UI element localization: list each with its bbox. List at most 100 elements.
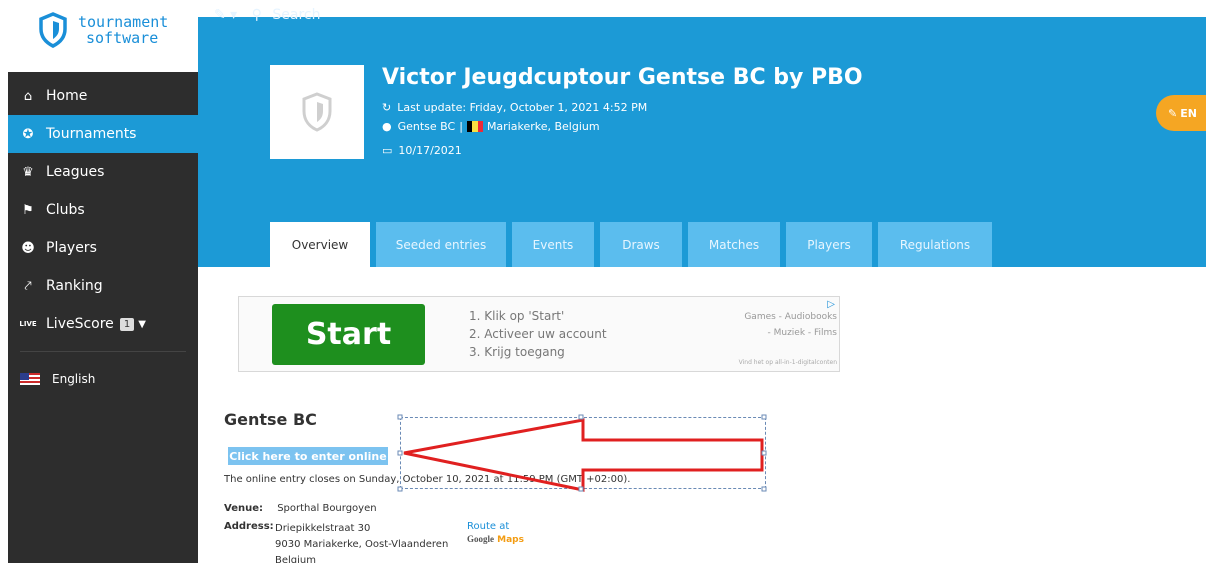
handle	[761, 450, 767, 456]
handle	[397, 486, 403, 492]
last-update: ↻ Last update: Friday, October 1, 2021 4…	[382, 101, 647, 114]
ad-step: 3. Krijg toegang	[469, 345, 565, 359]
sidebar-nav: ⌂ Home ✪ Tournaments ♛ Leagues ⚑ Clubs ☻…	[8, 77, 198, 398]
venue-row: Venue: Sporthal Bourgoyen	[224, 503, 377, 514]
sidebar-item-label: Clubs	[46, 202, 85, 218]
belgium-flag-icon	[466, 121, 483, 132]
divider	[20, 351, 186, 352]
ad-right-line: - Muziek - Films	[767, 328, 838, 338]
ad-banner[interactable]: Start 1. Klik op 'Start' 2. Activeer uw …	[238, 296, 840, 372]
home-icon: ⌂	[23, 88, 33, 104]
sidebar-item-label: Players	[46, 240, 97, 256]
location: ● Gentse BC | Mariakerke, Belgium	[382, 120, 600, 133]
sidebar-item-label: Leagues	[46, 164, 105, 180]
enter-button-label: EN	[1180, 106, 1197, 120]
logo-text: tournament software	[78, 14, 168, 46]
sidebar-item-livescore[interactable]: LIVE LiveScore 1 ▼	[8, 305, 198, 343]
tab-players[interactable]: Players	[786, 222, 872, 267]
club-name: Gentse BC	[397, 120, 456, 133]
tab-events[interactable]: Events	[512, 222, 594, 267]
address-line: Belgium	[275, 555, 316, 563]
tab-seeded-entries[interactable]: Seeded entries	[376, 222, 506, 267]
maps-text: Maps	[497, 535, 524, 545]
handle	[578, 414, 584, 420]
ad-right-text: Games - Audiobooks - Muziek - Films	[744, 309, 837, 341]
handle	[397, 414, 403, 420]
enter-online-button[interactable]: Click here to enter online	[228, 447, 388, 465]
ad-steps: 1. Klik op 'Start' 2. Activeer uw accoun…	[469, 307, 607, 361]
enter-button[interactable]: ✎ EN	[1156, 95, 1206, 131]
live-icon: LIVE	[19, 320, 37, 328]
location-text: Mariakerke, Belgium	[486, 120, 600, 133]
ad-step: 2. Activeer uw account	[469, 327, 607, 341]
sidebar: tournament software ⌂ Home ✪ Tournaments…	[8, 0, 198, 563]
google-maps-logo[interactable]: Google Maps	[467, 533, 524, 546]
map-marker-icon: ●	[382, 120, 392, 133]
ad-start-button[interactable]: Start	[272, 304, 425, 365]
sidebar-item-label: LiveScore	[46, 316, 114, 332]
tournament-header: ✎ ▾ ⚲ Search Victor Jeugdcuptour Gentse …	[198, 7, 1206, 267]
sidebar-item-leagues[interactable]: ♛ Leagues	[8, 153, 198, 191]
topbar: ✎ ▾ ⚲ Search	[214, 7, 321, 23]
logo[interactable]: tournament software	[8, 0, 198, 72]
red-arrow-annotation	[397, 414, 767, 492]
separator: |	[459, 120, 463, 133]
ad-small-text: Vind het op all-in-1-digitalconten	[738, 359, 837, 366]
refresh-icon: ↻	[382, 101, 392, 114]
users-icon: ☻	[21, 240, 35, 256]
tab-bar: Overview Seeded entries Events Draws Mat…	[270, 222, 998, 267]
ad-right-line: Games - Audiobooks	[744, 312, 837, 322]
shield-logo-icon	[39, 12, 67, 48]
ad-step: 1. Klik op 'Start'	[469, 309, 565, 323]
handle	[761, 414, 767, 420]
address-line: Driepikkelstraat 30	[275, 523, 371, 534]
chart-line-icon: ⤤	[24, 278, 32, 294]
calendar-icon: ▭	[382, 144, 393, 157]
venue-label: Venue:	[224, 503, 263, 514]
pencil-icon: ✎	[1168, 106, 1178, 120]
address-row: Address:	[224, 521, 274, 532]
tab-overview[interactable]: Overview	[270, 222, 370, 267]
date-text: 10/17/2021	[398, 144, 462, 157]
language-selector[interactable]: English	[8, 360, 198, 398]
us-flag-icon	[20, 373, 40, 385]
club-title: Gentse BC	[224, 410, 317, 429]
sidebar-item-ranking[interactable]: ⤤ Ranking	[8, 267, 198, 305]
tab-regulations[interactable]: Regulations	[878, 222, 992, 267]
sidebar-item-label: Tournaments	[46, 126, 137, 142]
edit-icon[interactable]: ✎ ▾	[214, 7, 237, 23]
address-label: Address:	[224, 521, 274, 532]
handle	[397, 450, 403, 456]
logo-line-2: software	[86, 29, 159, 47]
google-text: Google	[467, 534, 494, 544]
address-line: 9030 Mariakerke, Oost-Vlaanderen	[275, 539, 449, 550]
logo-line-1: tournament	[78, 13, 169, 31]
tournament-date: ▭ 10/17/2021	[382, 144, 462, 157]
tab-matches[interactable]: Matches	[688, 222, 780, 267]
shield-placeholder-icon	[302, 92, 332, 132]
medal-icon: ✪	[22, 126, 34, 142]
search-icon[interactable]: ⚲	[252, 7, 262, 23]
last-update-text: Last update: Friday, October 1, 2021 4:5…	[397, 101, 648, 114]
caret-down-icon: ▼	[138, 318, 146, 330]
sidebar-item-tournaments[interactable]: ✪ Tournaments	[8, 115, 198, 153]
route-label: Route at	[467, 521, 510, 532]
handle	[578, 486, 584, 492]
sidebar-item-label: Ranking	[46, 278, 103, 294]
handle	[761, 486, 767, 492]
trophy-icon: ♛	[22, 164, 34, 180]
route-link[interactable]: Route at Google Maps	[467, 521, 524, 546]
search-link[interactable]: Search	[272, 7, 320, 23]
venue-value: Sporthal Bourgoyen	[277, 503, 377, 514]
address-lines: Driepikkelstraat 30 9030 Mariakerke, Oos…	[275, 521, 448, 563]
sidebar-item-home[interactable]: ⌂ Home	[8, 77, 198, 115]
tournament-logo	[270, 65, 364, 159]
livescore-count-badge: 1	[119, 317, 135, 331]
tab-draws[interactable]: Draws	[600, 222, 682, 267]
sidebar-item-clubs[interactable]: ⚑ Clubs	[8, 191, 198, 229]
sidebar-item-label: Home	[46, 88, 88, 104]
flag-icon: ⚑	[22, 202, 34, 218]
sidebar-item-players[interactable]: ☻ Players	[8, 229, 198, 267]
tournament-title: Victor Jeugdcuptour Gentse BC by PBO	[382, 65, 863, 90]
language-label: English	[52, 372, 96, 386]
